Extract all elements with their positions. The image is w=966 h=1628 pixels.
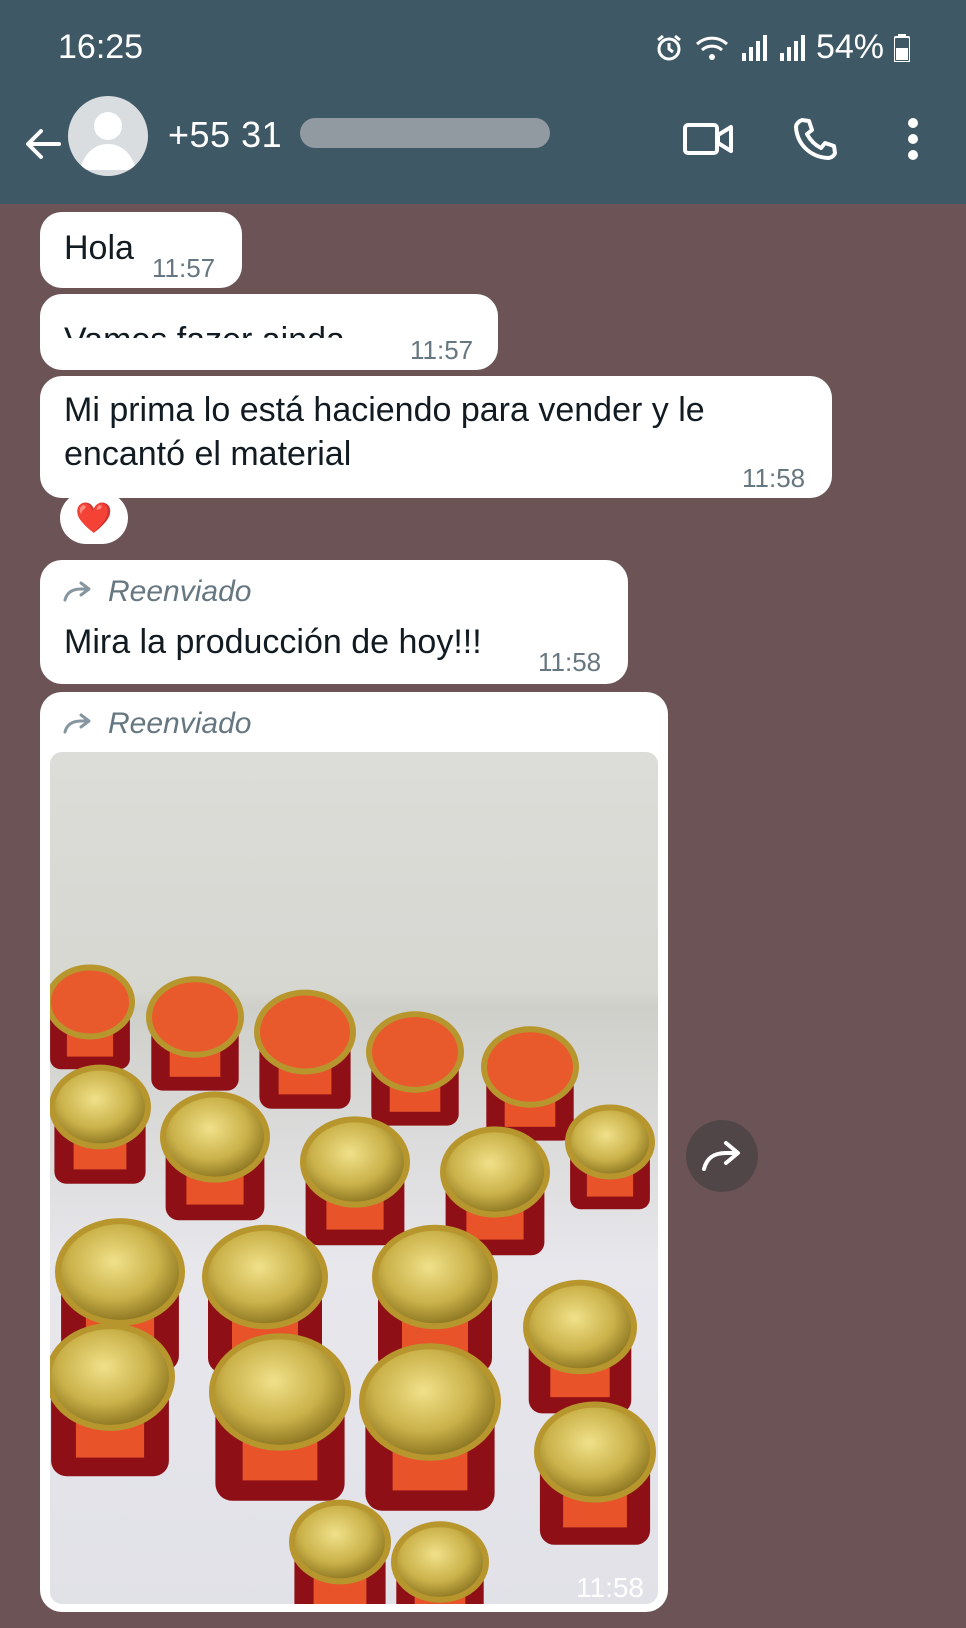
message-bubble[interactable]: Hola 11:57 — [40, 212, 242, 288]
message-bubble[interactable]: Reenviado Mira la producción de hoy!!! 1… — [40, 560, 628, 684]
message-time: 11:57 — [152, 253, 216, 283]
message-text: Mi prima lo está haciendo para vender y … — [64, 391, 705, 473]
forward-share-icon — [702, 1141, 740, 1171]
voice-call-button[interactable] — [790, 114, 840, 164]
alarm-icon — [657, 34, 681, 60]
chat-area[interactable]: Hola 11:57 Vamos fazer ainda 11:57 Mi pr… — [0, 204, 966, 1628]
image-message-bubble[interactable]: Reenviado 11:58 — [40, 692, 668, 1612]
back-arrow-icon — [26, 129, 61, 159]
message-time: 11:57 — [410, 335, 474, 365]
forward-icon — [63, 713, 91, 734]
back-button[interactable] — [18, 114, 68, 174]
redaction-mark — [300, 118, 550, 148]
status-bar: 16:25 54% — [0, 0, 966, 96]
more-options-button[interactable] — [898, 114, 928, 164]
avatar[interactable] — [68, 96, 148, 176]
battery-percent: 54% — [815, 28, 884, 66]
chat-header: +55 31 — [0, 96, 966, 204]
signal-icon — [779, 34, 805, 61]
forwarded-text: Reenviado — [108, 575, 252, 608]
reaction-badge[interactable]: ❤️ — [60, 492, 128, 544]
video-call-button[interactable] — [678, 114, 738, 164]
message-time: 11:58 — [742, 463, 806, 493]
message-time: 11:58 — [538, 647, 602, 677]
wifi-icon — [695, 36, 728, 60]
heart-icon: ❤️ — [75, 501, 113, 535]
message-text: Mira la producción de hoy!!! — [64, 623, 482, 661]
forwarded-label: Reenviado — [62, 570, 251, 614]
status-indicators: 54% — [654, 28, 910, 67]
forward-icon — [63, 581, 91, 602]
status-time: 16:25 — [58, 28, 144, 66]
message-bubble[interactable]: Mi prima lo está haciendo para vender y … — [40, 376, 832, 498]
jam-jars-photo — [50, 964, 656, 1604]
photo-attachment[interactable] — [50, 752, 658, 1604]
message-text-clip: Vamos fazer ainda — [64, 312, 404, 338]
contact-name[interactable]: +55 31 — [168, 114, 282, 156]
video-call-icon — [683, 123, 733, 155]
message-text: Hola — [64, 229, 134, 267]
message-text: Vamos fazer ainda — [64, 318, 345, 338]
forward-share-button[interactable] — [686, 1120, 758, 1192]
image-time: 11:58 — [576, 1572, 644, 1603]
signal-icon — [741, 34, 767, 61]
battery-icon — [894, 33, 910, 62]
forwarded-label: Reenviado — [62, 702, 251, 746]
more-vert-icon — [908, 118, 918, 160]
forwarded-text: Reenviado — [108, 707, 252, 740]
avatar-icon — [80, 112, 136, 170]
message-bubble[interactable]: Vamos fazer ainda 11:57 — [40, 294, 498, 370]
phone-icon — [794, 118, 837, 160]
